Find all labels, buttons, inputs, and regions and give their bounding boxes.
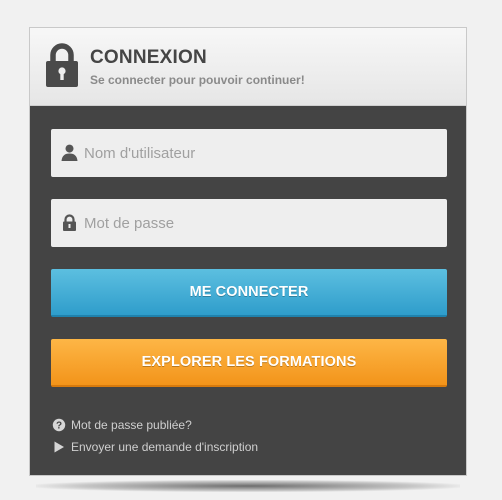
login-button[interactable]: ME CONNECTER bbox=[51, 269, 447, 317]
password-field[interactable] bbox=[51, 199, 447, 247]
play-icon bbox=[54, 441, 64, 453]
username-field[interactable] bbox=[51, 129, 447, 177]
help-links: ? Mot de passe publiée? Envoyer une dema… bbox=[52, 414, 258, 458]
login-card: CONNEXION Se connecter pour pouvoir cont… bbox=[29, 27, 467, 476]
lock-icon bbox=[63, 214, 76, 231]
request-signup-label: Envoyer une demande d'inscription bbox=[71, 440, 259, 454]
login-header: CONNEXION Se connecter pour pouvoir cont… bbox=[30, 28, 466, 106]
question-circle-icon: ? bbox=[52, 418, 66, 432]
username-input[interactable] bbox=[84, 129, 439, 177]
lock-icon bbox=[46, 43, 78, 87]
request-signup-link[interactable]: Envoyer une demande d'inscription bbox=[52, 436, 258, 458]
password-input[interactable] bbox=[84, 199, 439, 247]
card-shadow bbox=[36, 480, 460, 492]
forgot-password-link[interactable]: ? Mot de passe publiée? bbox=[52, 414, 258, 436]
forgot-password-label: Mot de passe publiée? bbox=[71, 418, 192, 432]
page-title: CONNEXION bbox=[90, 47, 207, 68]
page-subtitle: Se connecter pour pouvoir continuer! bbox=[90, 73, 305, 87]
svg-text:?: ? bbox=[56, 421, 62, 432]
explore-courses-button[interactable]: EXPLORER LES FORMATIONS bbox=[51, 339, 447, 387]
user-icon bbox=[61, 144, 78, 161]
